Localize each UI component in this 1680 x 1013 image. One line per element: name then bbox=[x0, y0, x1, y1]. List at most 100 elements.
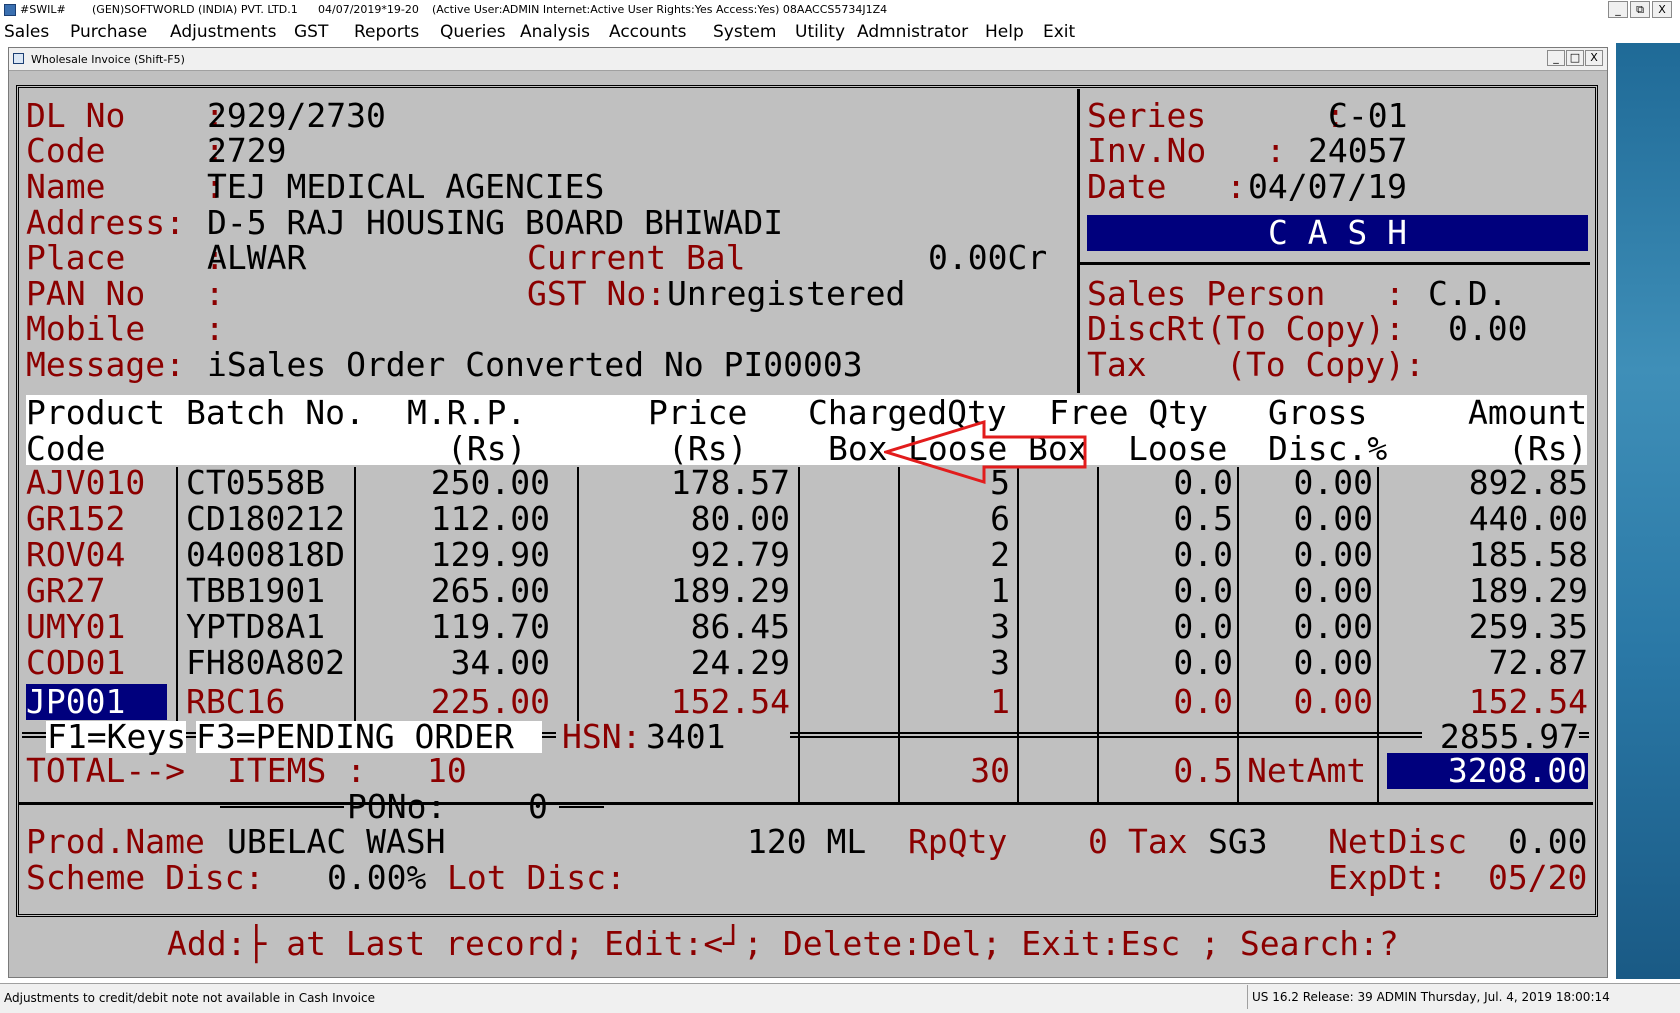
menu-purchase[interactable]: Purchase bbox=[70, 22, 147, 42]
invoice-screen: DL No : 2929/2730 Code : 2729 Name : TEJ… bbox=[14, 83, 1600, 962]
row-batch[interactable]: CT0558B bbox=[186, 465, 325, 501]
row-free-loose[interactable]: 0.0 bbox=[1099, 609, 1233, 645]
restore-button[interactable]: ⧉ bbox=[1630, 1, 1650, 18]
row-batch[interactable]: CD180212 bbox=[186, 501, 345, 537]
row-mrp[interactable]: 119.70 bbox=[340, 609, 550, 645]
row-disc[interactable]: 0.00 bbox=[1239, 684, 1373, 720]
row-charged-loose[interactable]: 1 bbox=[900, 684, 1010, 720]
menu-exit[interactable]: Exit bbox=[1043, 22, 1075, 42]
row-batch[interactable]: TBB1901 bbox=[186, 573, 325, 609]
row-amount[interactable]: 185.58 bbox=[1379, 537, 1588, 573]
address-label: Address: bbox=[26, 203, 185, 242]
row-price[interactable]: 178.57 bbox=[560, 465, 790, 501]
row-free-loose[interactable]: 0.5 bbox=[1099, 501, 1233, 537]
rule-line bbox=[186, 732, 196, 738]
row-mrp[interactable]: 250.00 bbox=[340, 465, 550, 501]
row-price[interactable]: 24.29 bbox=[560, 645, 790, 681]
row-amount[interactable]: 892.85 bbox=[1379, 465, 1588, 501]
row-product-code[interactable]: GR27 bbox=[26, 573, 105, 609]
row-product-code[interactable]: GR152 bbox=[26, 501, 125, 537]
annotation-arrow-icon bbox=[884, 419, 1087, 485]
row-mrp[interactable]: 265.00 bbox=[340, 573, 550, 609]
menu-gst[interactable]: GST bbox=[294, 22, 328, 42]
minimize-button[interactable]: _ bbox=[1608, 1, 1628, 18]
row-amount[interactable]: 152.54 bbox=[1379, 684, 1588, 720]
row-charged-loose[interactable]: 2 bbox=[900, 537, 1010, 573]
row-mrp[interactable]: 112.00 bbox=[340, 501, 550, 537]
row-batch[interactable]: YPTD8A1 bbox=[186, 609, 325, 645]
scheme-disc-value: 0.00% bbox=[327, 858, 427, 897]
row-disc[interactable]: 0.00 bbox=[1239, 573, 1373, 609]
menu-administrator[interactable]: Admnistrator bbox=[857, 22, 968, 42]
row-product-code[interactable]: UMY01 bbox=[26, 609, 125, 645]
menu-analysis[interactable]: Analysis bbox=[520, 22, 590, 42]
row-price[interactable]: 86.45 bbox=[560, 609, 790, 645]
f3-pending-order-hint[interactable]: F3=PENDING ORDER bbox=[196, 719, 514, 755]
tax-copy-label: Tax (To Copy): bbox=[1087, 345, 1425, 384]
col-subheader-free-loose: Loose bbox=[1128, 429, 1228, 468]
menu-accounts[interactable]: Accounts bbox=[609, 22, 687, 42]
netdisc-value: 0.00 bbox=[1508, 822, 1588, 861]
row-amount[interactable]: 189.29 bbox=[1379, 573, 1588, 609]
menu-queries[interactable]: Queries bbox=[440, 22, 506, 42]
party-name: TEJ MEDICAL AGENCIES bbox=[207, 167, 605, 206]
row-batch[interactable]: FH80A802 bbox=[186, 645, 345, 681]
row-free-loose[interactable]: 0.0 bbox=[1099, 645, 1233, 681]
rule-line bbox=[790, 732, 1422, 738]
message-label: Message: bbox=[26, 345, 185, 384]
row-free-loose[interactable]: 0.0 bbox=[1099, 537, 1233, 573]
row-product-code[interactable]: ROV04 bbox=[26, 537, 125, 573]
row-price[interactable]: 92.79 bbox=[560, 537, 790, 573]
col-header-mrp: M.R.P. bbox=[407, 393, 527, 432]
f1-keys-hint[interactable]: F1=Keys bbox=[47, 719, 186, 755]
window-maximize-button[interactable]: □ bbox=[1566, 50, 1584, 66]
row-disc[interactable]: 0.00 bbox=[1239, 645, 1373, 681]
window-close-button[interactable]: X bbox=[1585, 50, 1603, 66]
row-product-code[interactable]: COD01 bbox=[26, 645, 125, 681]
row-charged-loose[interactable]: 1 bbox=[900, 573, 1010, 609]
prodname-value: UBELAC WASH bbox=[227, 822, 446, 861]
menu-sales[interactable]: Sales bbox=[4, 22, 49, 42]
row-amount[interactable]: 72.87 bbox=[1379, 645, 1588, 681]
row-amount[interactable]: 440.00 bbox=[1379, 501, 1588, 537]
row-disc[interactable]: 0.00 bbox=[1239, 537, 1373, 573]
row-product-code-selected[interactable]: JP001 bbox=[26, 684, 125, 720]
menu-reports[interactable]: Reports bbox=[354, 22, 419, 42]
row-price[interactable]: 152.54 bbox=[560, 684, 790, 720]
row-mrp[interactable]: 34.00 bbox=[340, 645, 550, 681]
window-title-bar: Wholesale Invoice (Shift-F5) _ □ X bbox=[9, 48, 1607, 71]
close-button[interactable]: X bbox=[1652, 1, 1672, 18]
row-amount[interactable]: 259.35 bbox=[1379, 609, 1588, 645]
row-charged-loose[interactable]: 3 bbox=[900, 645, 1010, 681]
row-free-loose[interactable]: 0.0 bbox=[1099, 573, 1233, 609]
row-disc[interactable]: 0.00 bbox=[1239, 465, 1373, 501]
date-value[interactable]: 04/07/19 bbox=[1248, 169, 1407, 205]
menu-system[interactable]: System bbox=[713, 22, 776, 42]
row-price[interactable]: 80.00 bbox=[560, 501, 790, 537]
menu-adjustments[interactable]: Adjustments bbox=[170, 22, 276, 42]
invno-value[interactable]: 24057 bbox=[1308, 133, 1407, 169]
row-free-loose[interactable]: 0.0 bbox=[1099, 684, 1233, 720]
row-charged-loose[interactable]: 6 bbox=[900, 501, 1010, 537]
row-disc[interactable]: 0.00 bbox=[1239, 501, 1373, 537]
tax-value: SG3 bbox=[1208, 822, 1268, 861]
scheme-disc-label: Scheme Disc: bbox=[26, 858, 265, 897]
row-product-code[interactable]: AJV010 bbox=[26, 465, 145, 501]
expdt-value: 05/20 bbox=[1488, 858, 1588, 897]
row-mrp[interactable]: 129.90 bbox=[340, 537, 550, 573]
row-batch[interactable]: 0400818D bbox=[186, 537, 345, 573]
row-mrp[interactable]: 225.00 bbox=[340, 684, 550, 720]
window-minimize-button[interactable]: _ bbox=[1547, 50, 1565, 66]
row-disc[interactable]: 0.00 bbox=[1239, 609, 1373, 645]
row-charged-loose[interactable]: 3 bbox=[900, 609, 1010, 645]
salesperson-label: Sales Person : bbox=[1087, 274, 1405, 313]
row-batch[interactable]: RBC16 bbox=[186, 684, 285, 720]
menu-help[interactable]: Help bbox=[985, 22, 1024, 42]
menu-utility[interactable]: Utility bbox=[795, 22, 845, 42]
session-info: (Active User:ADMIN Internet:Active User … bbox=[432, 3, 888, 16]
discrt-label: DiscRt(To Copy): bbox=[1087, 309, 1405, 348]
row-free-loose[interactable]: 0.0 bbox=[1099, 465, 1233, 501]
app-name: #SWIL# bbox=[20, 3, 66, 16]
rpqty-label: RpQty bbox=[908, 822, 1008, 861]
row-price[interactable]: 189.29 bbox=[560, 573, 790, 609]
